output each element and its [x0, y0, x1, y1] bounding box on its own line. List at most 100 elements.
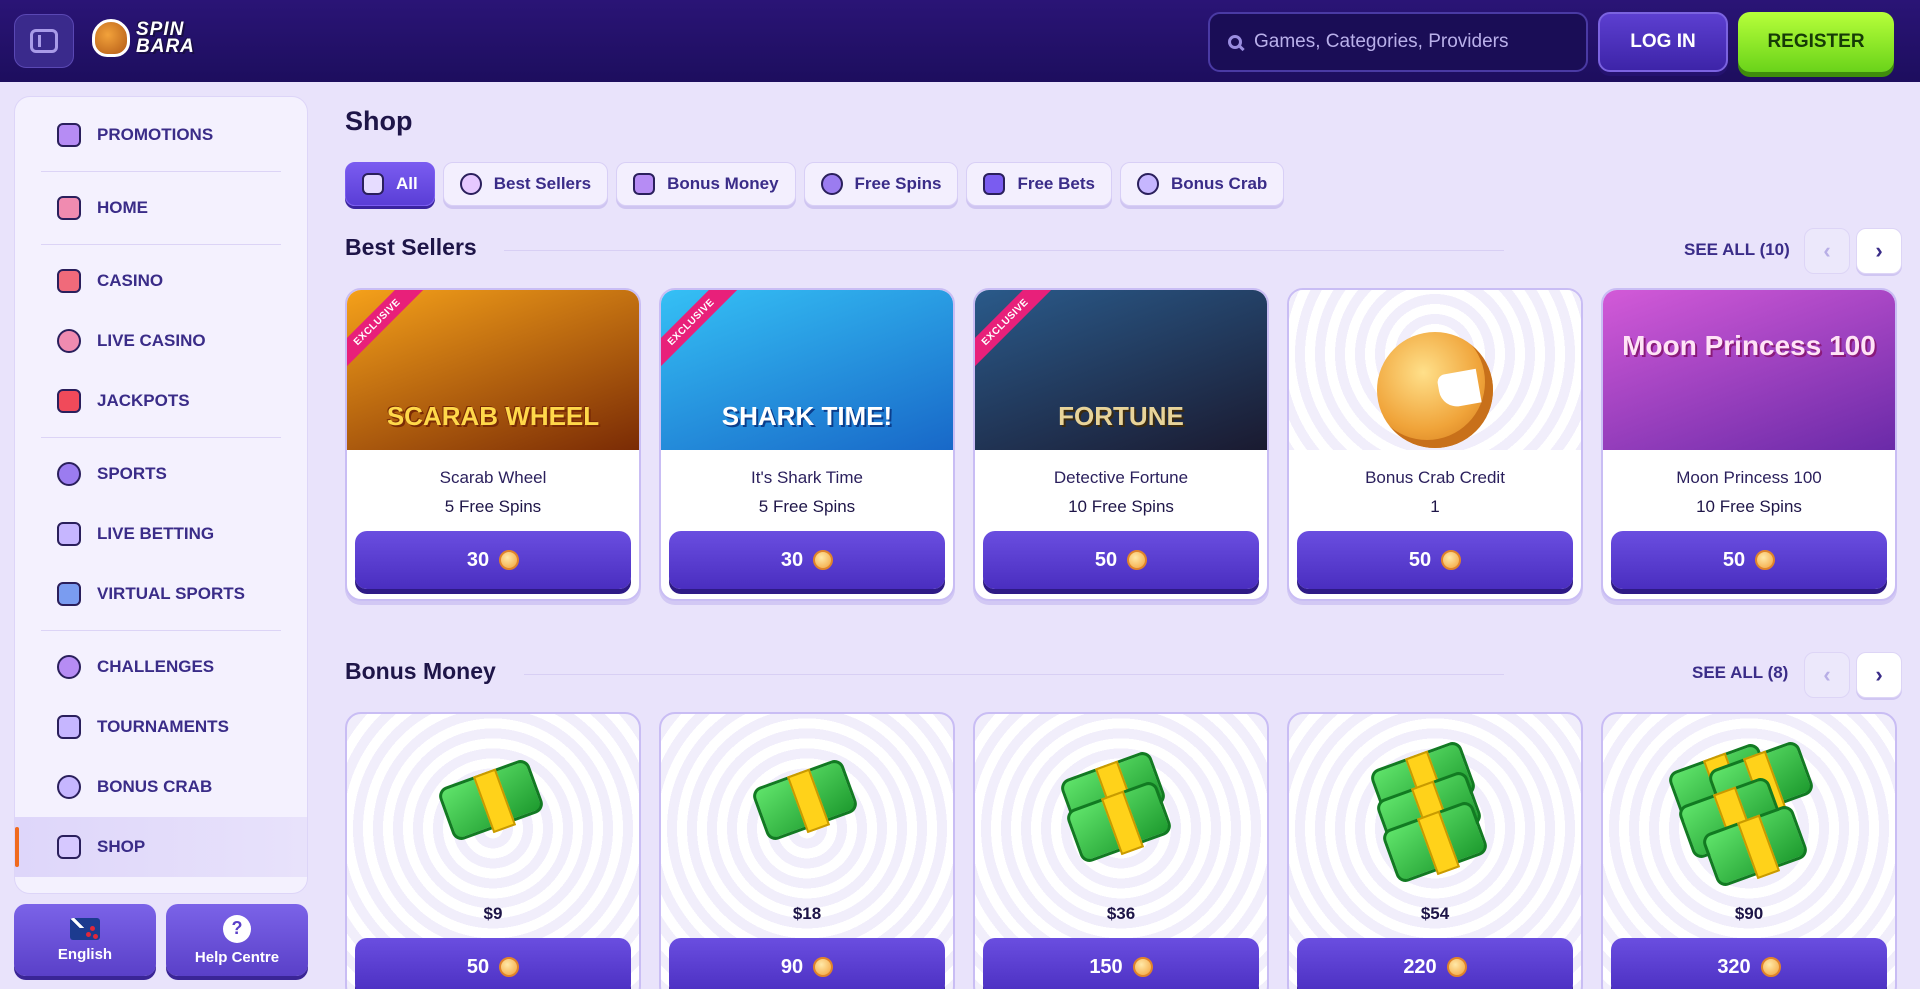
shop-icon	[57, 835, 81, 859]
bonus-money-see-all-link[interactable]: SEE ALL (8)	[1692, 663, 1788, 683]
buy-button[interactable]: 50	[1297, 531, 1573, 589]
coin-icon	[813, 550, 834, 570]
chip-icon	[57, 329, 81, 353]
bonus-money-prev-button[interactable]: ‹	[1804, 652, 1850, 698]
product-card[interactable]: EXCLUSIVE SCARAB WHEEL Scarab Wheel 5 Fr…	[345, 288, 641, 601]
bonus-money-card[interactable]: $9 50	[345, 712, 641, 989]
price-value: 30	[466, 548, 490, 571]
help-label: Help Centre	[194, 948, 280, 966]
game-thumbnail: EXCLUSIVE SCARAB WHEEL	[347, 290, 639, 450]
game-art-title: SCARAB WHEEL	[386, 401, 600, 431]
cash-illustration	[1289, 714, 1581, 904]
filter-label: Bonus Money	[667, 174, 779, 193]
sidebar-item-label: CHALLENGES	[97, 657, 215, 676]
slot-icon	[57, 269, 81, 293]
product-name: Scarab Wheel	[439, 468, 547, 487]
filter-label: Best Sellers	[493, 174, 592, 193]
filter-free-spins[interactable]: Free Spins	[803, 162, 959, 206]
bonus-money-next-button[interactable]: ›	[1856, 652, 1902, 698]
sidebar-item-label: BONUS CRAB	[97, 777, 213, 796]
best-sellers-prev-button[interactable]: ‹	[1804, 228, 1850, 274]
sidebar-item-challenges[interactable]: CHALLENGES	[31, 637, 291, 697]
buy-button[interactable]: 150	[983, 938, 1259, 989]
cash-stack-icon	[750, 757, 860, 843]
ticket-icon	[983, 173, 1006, 195]
sidebar-item-virtual-sports[interactable]: VIRTUAL SPORTS	[31, 564, 291, 624]
sidebar-item-casino[interactable]: CASINO	[31, 251, 291, 311]
sidebar-item-live-casino[interactable]: LIVE CASINO	[31, 311, 291, 371]
buy-button[interactable]: 30	[355, 531, 631, 589]
coin-icon	[1760, 957, 1781, 977]
home-icon	[57, 196, 81, 220]
language-button[interactable]: English	[14, 904, 156, 976]
game-art-title: Moon Princess 100	[1622, 330, 1876, 361]
bonus-money-title: Bonus Money	[345, 658, 496, 684]
buy-button[interactable]: 50	[355, 938, 631, 989]
filter-best-sellers[interactable]: Best Sellers	[442, 162, 609, 206]
help-centre-button[interactable]: ? Help Centre	[166, 904, 308, 976]
sidebar-item-label: LIVE CASINO	[97, 331, 206, 350]
sidebar-item-live-betting[interactable]: LIVE BETTING	[31, 504, 291, 564]
best-sellers-next-button[interactable]: ›	[1856, 228, 1902, 274]
sidebar-item-jackpots[interactable]: JACKPOTS	[31, 371, 291, 431]
bonus-money-card[interactable]: $54 220	[1287, 712, 1583, 989]
virtual-icon	[57, 582, 81, 606]
bonus-money-card[interactable]: $36 150	[973, 712, 1269, 989]
filter-free-bets[interactable]: Free Bets	[966, 162, 1112, 206]
buy-button[interactable]: 90	[669, 938, 945, 989]
coin-icon	[1755, 550, 1776, 570]
coin-icon	[1446, 957, 1467, 977]
filter-all[interactable]: All	[345, 162, 435, 206]
sidebar-toggle-button[interactable]	[14, 14, 74, 68]
product-card[interactable]: Bonus Crab Credit 1 50	[1287, 288, 1583, 601]
medal-icon	[57, 655, 81, 679]
register-button[interactable]: REGISTER	[1738, 12, 1894, 72]
coin-icon	[813, 957, 834, 977]
buy-button[interactable]: 30	[669, 531, 945, 589]
bonus-money-card[interactable]: $90 320	[1601, 712, 1897, 989]
filter-bonus-crab[interactable]: Bonus Crab	[1119, 162, 1285, 206]
exclusive-ribbon: EXCLUSIVE	[661, 290, 741, 372]
nav-divider	[41, 244, 281, 245]
buy-button[interactable]: 220	[1297, 938, 1573, 989]
buy-button[interactable]: 50	[1611, 531, 1887, 589]
sidebar-item-shop[interactable]: SHOP	[15, 817, 307, 877]
coin-icon	[1132, 957, 1153, 977]
coin-icon	[1127, 550, 1148, 570]
game-thumbnail: EXCLUSIVE SHARK TIME!	[661, 290, 953, 450]
filter-label: All	[396, 174, 418, 193]
sidebar-nav: PROMOTIONS HOME CASINO LIVE CASINO JACKP…	[14, 96, 308, 894]
buy-button[interactable]: 320	[1611, 938, 1887, 989]
price-value: 90	[780, 955, 804, 978]
sidebar-item-label: HOME	[97, 198, 148, 217]
main-content: Shop All Best Sellers Bonus Money Free S…	[324, 82, 1920, 989]
spinbara-logo[interactable]: SPIN BARA	[92, 12, 226, 64]
sevens-icon	[57, 389, 81, 413]
sidebar-item-label: PROMOTIONS	[97, 125, 214, 144]
sidebar-item-sports[interactable]: SPORTS	[31, 444, 291, 504]
filter-bonus-money[interactable]: Bonus Money	[616, 162, 796, 206]
filter-label: Free Spins	[854, 174, 942, 193]
trophy-icon	[57, 715, 81, 739]
sidebar-item-tournaments[interactable]: TOURNAMENTS	[31, 697, 291, 757]
login-button[interactable]: LOG IN	[1598, 12, 1728, 72]
product-card[interactable]: Moon Princess 100 Moon Princess 100 10 F…	[1601, 288, 1897, 601]
sidebar-item-promotions[interactable]: PROMOTIONS	[31, 105, 291, 165]
sidebar-item-label: VIRTUAL SPORTS	[97, 584, 245, 603]
crab-coin-icon	[1377, 332, 1493, 448]
best-sellers-see-all-link[interactable]: SEE ALL (10)	[1684, 240, 1790, 260]
bonus-money-card[interactable]: $18 90	[659, 712, 955, 989]
search-input[interactable]	[1254, 31, 1574, 53]
top-header: SPINBARA LOG IN REGISTER	[0, 0, 1920, 82]
exclusive-ribbon: EXCLUSIVE	[975, 290, 1055, 372]
product-card[interactable]: EXCLUSIVE SHARK TIME! It's Shark Time 5 …	[659, 288, 955, 601]
sidebar-item-home[interactable]: HOME	[31, 178, 291, 238]
buy-button[interactable]: 50	[983, 531, 1259, 589]
sidebar-footer: English ? Help Centre	[14, 904, 308, 976]
product-reward: 5 Free Spins	[758, 497, 856, 516]
sidebar-item-bonus-crab[interactable]: BONUS CRAB	[31, 757, 291, 817]
shop-filter-tabs: All Best Sellers Bonus Money Free Spins …	[345, 162, 1285, 206]
game-thumbnail: Moon Princess 100	[1603, 290, 1895, 450]
product-card[interactable]: EXCLUSIVE FORTUNE Detective Fortune 10 F…	[973, 288, 1269, 601]
search-box[interactable]	[1208, 12, 1588, 72]
